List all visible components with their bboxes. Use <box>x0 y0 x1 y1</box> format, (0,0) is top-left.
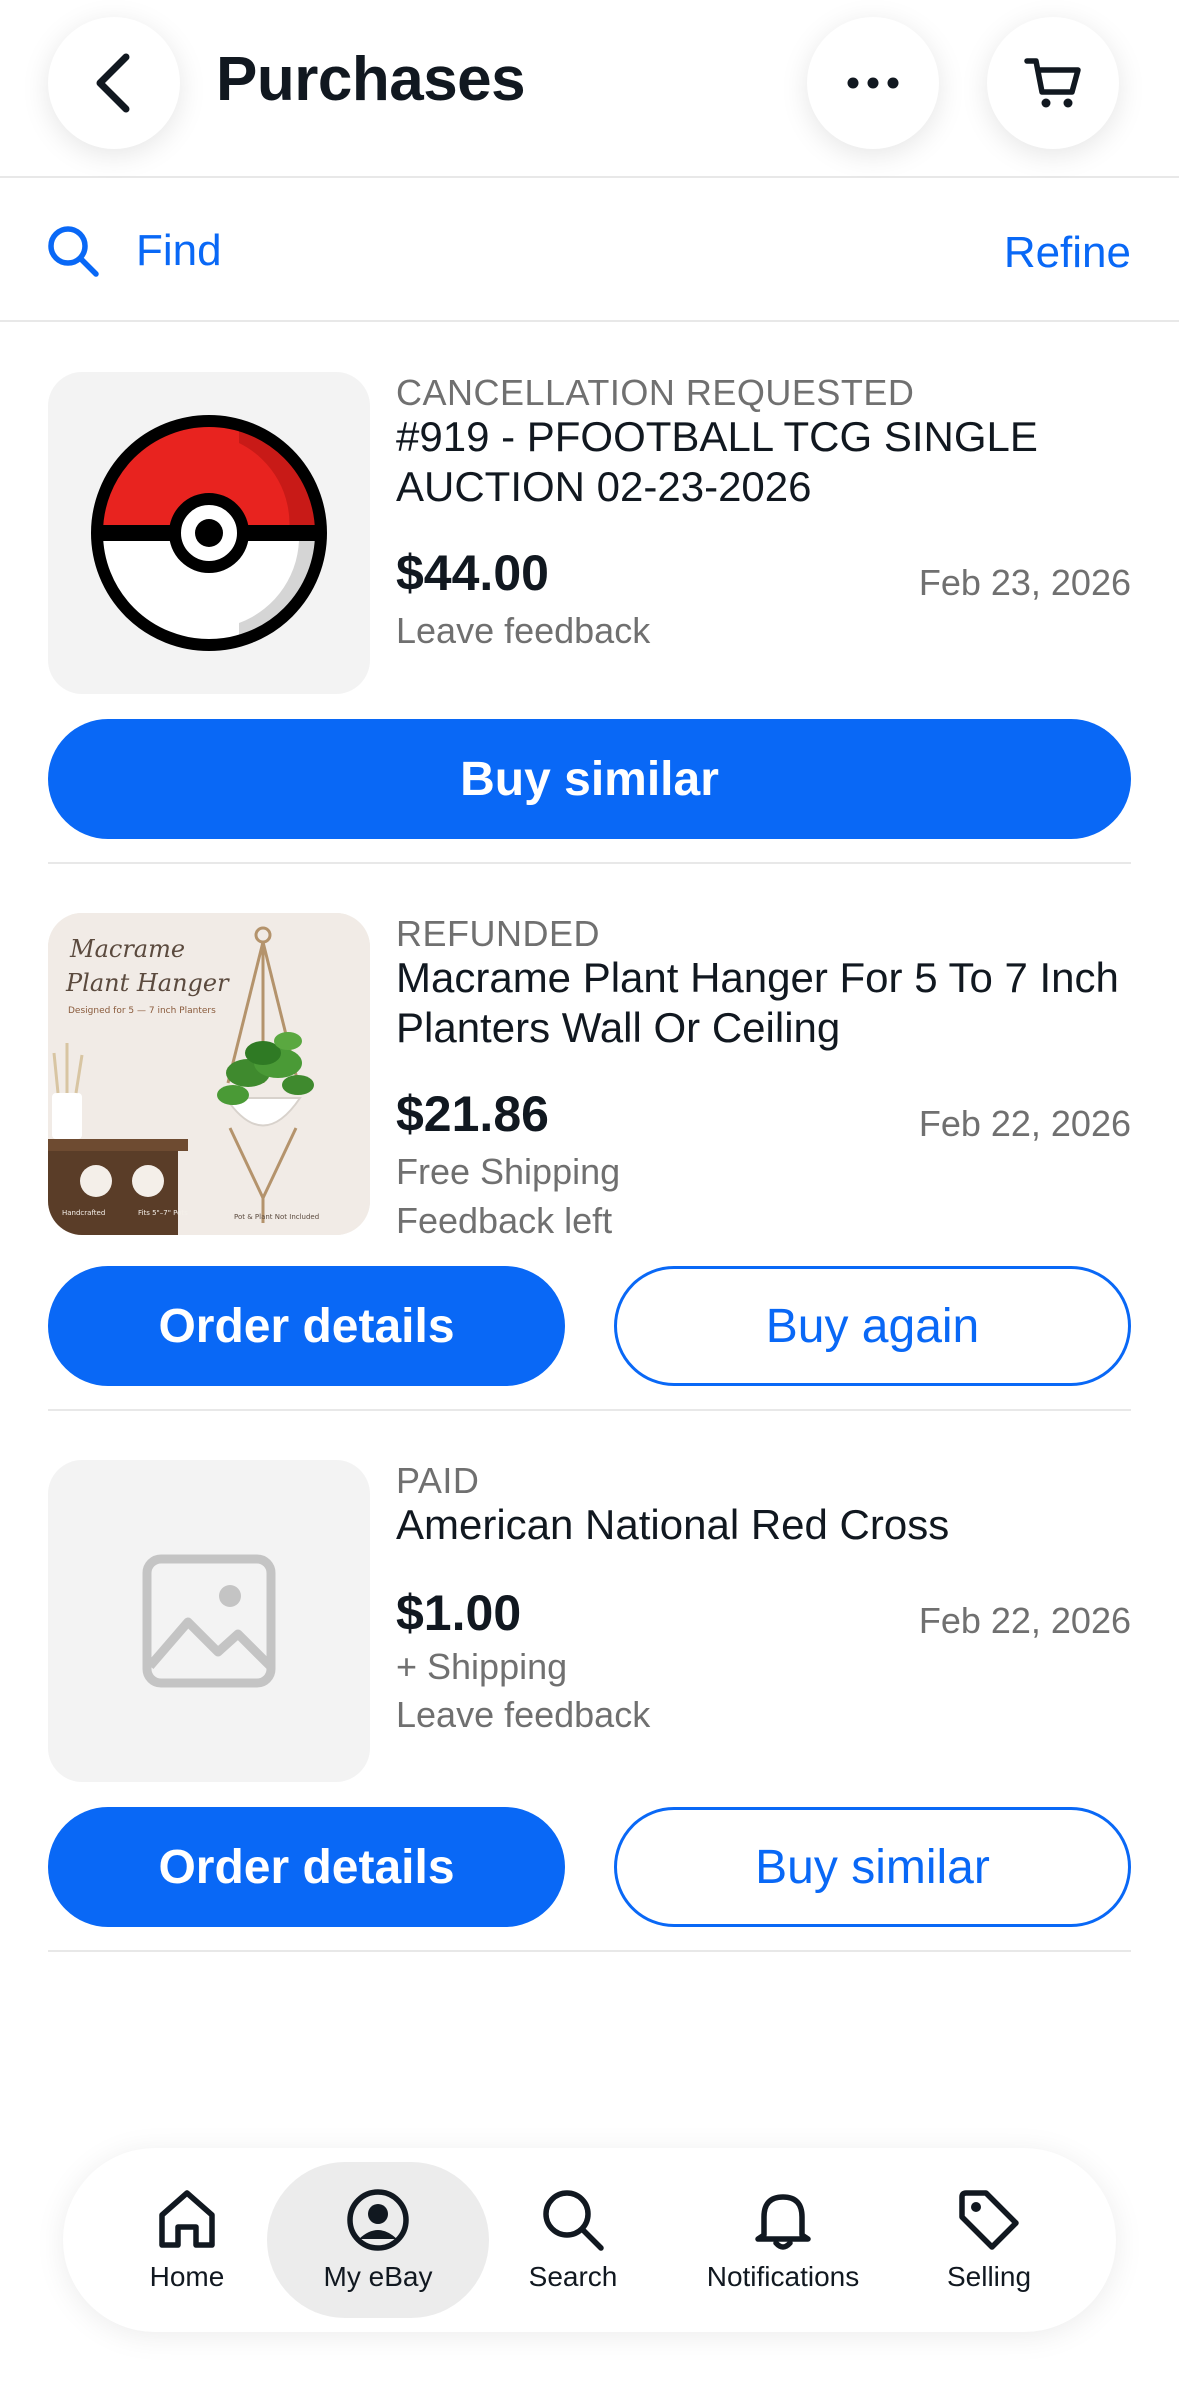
image-placeholder-icon <box>142 1554 276 1688</box>
order-status: REFUNDED <box>396 913 601 954</box>
order-date: Feb 22, 2026 <box>918 1600 1131 1641</box>
order-card: Macrame Plant Hanger Designed for 5 — 7 … <box>48 913 1131 1411</box>
svg-text:Designed for 5 — 7 inch Plante: Designed for 5 — 7 inch Planters <box>68 1006 216 1016</box>
svg-text:Macrame: Macrame <box>69 935 185 963</box>
buy-similar-button[interactable]: Buy similar <box>614 1807 1131 1927</box>
cart-icon <box>1024 58 1081 108</box>
item-thumbnail[interactable] <box>48 1460 370 1782</box>
nav-home[interactable]: Home <box>117 2148 257 2332</box>
svg-text:Plant Hanger: Plant Hanger <box>65 969 230 997</box>
bottom-navigation: Home My eBay Search Notifications Sellin… <box>63 2148 1116 2332</box>
chevron-left-icon <box>96 53 130 113</box>
shipping-info: Free Shipping <box>396 1151 621 1192</box>
item-thumbnail[interactable]: Macrame Plant Hanger Designed for 5 — 7 … <box>48 913 370 1235</box>
nav-search[interactable]: Search <box>503 2148 643 2332</box>
refine-button[interactable]: Refine <box>1004 228 1131 278</box>
order-date: Feb 22, 2026 <box>918 1103 1131 1144</box>
app-header: Purchases <box>0 0 1179 178</box>
more-horizontal-icon <box>847 77 899 89</box>
leave-feedback-link[interactable]: Leave feedback <box>396 1694 650 1736</box>
back-button[interactable] <box>48 17 180 149</box>
nav-label: Notifications <box>706 2261 860 2292</box>
order-card: CANCELLATION REQUESTED #919 - PFOOTBALL … <box>48 372 1131 864</box>
buy-again-button[interactable]: Buy again <box>614 1266 1131 1386</box>
plant-hanger-image: Macrame Plant Hanger Designed for 5 — 7 … <box>48 913 370 1235</box>
svg-text:Handcrafted: Handcrafted <box>62 1209 105 1217</box>
nav-label: My eBay <box>323 2261 433 2292</box>
order-date: Feb 23, 2026 <box>918 562 1131 603</box>
tag-icon <box>959 2190 1019 2250</box>
shipping-info: + Shipping <box>396 1646 568 1687</box>
order-details-button[interactable]: Order details <box>48 1266 565 1386</box>
leave-feedback-link[interactable]: Leave feedback <box>396 610 650 652</box>
item-title[interactable]: #919 - PFOOTBALL TCG SINGLE AUCTION 02-2… <box>396 412 1131 512</box>
item-title[interactable]: Macrame Plant Hanger For 5 To 7 Inch Pla… <box>396 953 1131 1053</box>
home-icon <box>159 2190 215 2248</box>
cart-button[interactable] <box>987 17 1119 149</box>
profile-icon <box>347 2189 409 2251</box>
search-icon <box>543 2190 604 2251</box>
order-status: PAID <box>396 1460 480 1501</box>
find-refine-bar: Find Refine <box>0 180 1179 322</box>
nav-my-ebay[interactable]: My eBay <box>298 2148 458 2332</box>
nav-label: Home <box>149 2261 225 2292</box>
more-options-button[interactable] <box>807 17 939 149</box>
svg-text:Pot & Plant Not Included: Pot & Plant Not Included <box>234 1213 319 1221</box>
item-price: $1.00 <box>396 1585 522 1641</box>
item-price: $44.00 <box>396 545 549 601</box>
order-status: CANCELLATION REQUESTED <box>396 372 915 413</box>
item-title[interactable]: American National Red Cross <box>396 1500 1131 1550</box>
item-price: $21.86 <box>396 1086 549 1142</box>
find-label: Find <box>136 226 222 275</box>
pokeball-icon <box>91 415 327 651</box>
bell-icon <box>755 2194 811 2250</box>
order-card: PAID American National Red Cross $1.00 F… <box>48 1460 1131 1952</box>
page-title: Purchases <box>216 45 526 114</box>
item-thumbnail[interactable] <box>48 372 370 694</box>
nav-selling[interactable]: Selling <box>919 2148 1059 2332</box>
nav-label: Search <box>528 2261 618 2292</box>
buy-similar-button[interactable]: Buy similar <box>48 719 1131 839</box>
search-icon <box>48 226 99 277</box>
nav-notifications[interactable]: Notifications <box>688 2148 878 2332</box>
svg-text:Fits 5"–7" Pots: Fits 5"–7" Pots <box>138 1209 188 1217</box>
nav-label: Selling <box>946 2261 1032 2292</box>
feedback-status: Feedback left <box>396 1200 613 1241</box>
find-button[interactable]: Find <box>46 220 222 282</box>
order-details-button[interactable]: Order details <box>48 1807 565 1927</box>
